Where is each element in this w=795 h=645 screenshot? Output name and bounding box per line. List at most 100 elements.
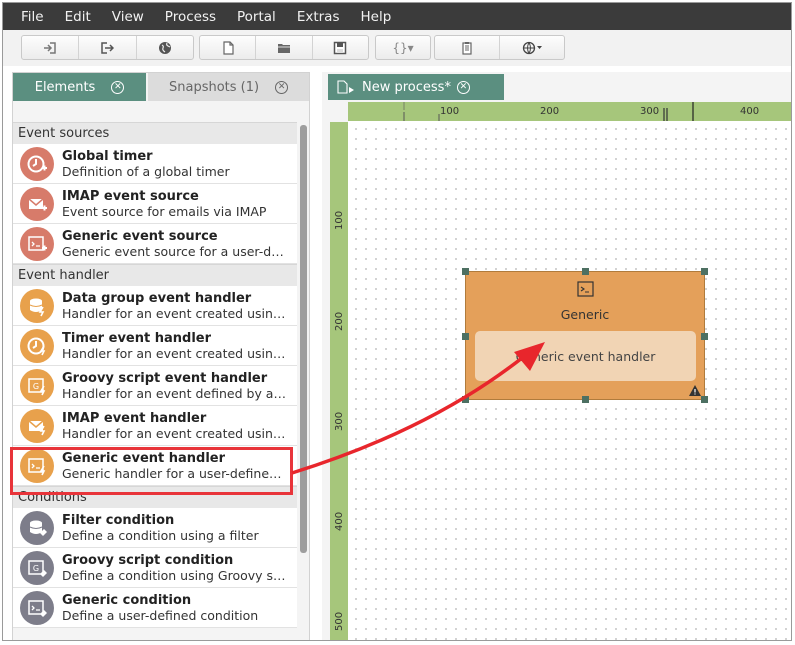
menu-help[interactable]: Help [360,9,391,25]
item-description: Define a condition using Groovy scri... [62,567,288,583]
node-title: Generic [560,307,610,322]
process-node-generic[interactable]: Generic Generic event handler [462,268,708,403]
export-icon [101,41,115,54]
svg-text:G: G [33,382,39,391]
ruler-label: 200 [540,106,560,117]
menubar: File Edit View Process Portal Extras Hel… [3,3,791,30]
import-button[interactable] [22,36,80,59]
list-item-imap-event-handler[interactable]: IMAP event handler Handler for an event c… [13,406,297,446]
item-title: Global timer [62,148,153,164]
braces-dropdown-icon: {}▾ [392,40,414,55]
list-item-filter-condition[interactable]: Filter condition Define a condition using… [13,508,297,548]
ruler-label: 100 [440,106,460,117]
node-inner-label: Generic event handler [515,348,656,364]
item-description: Define a condition using a filter [62,527,259,543]
item-title: IMAP event handler [62,410,207,426]
ruler-horizontal: 100 200 300 400 [348,102,791,121]
close-icon[interactable]: ✕ [456,80,470,94]
menu-extras[interactable]: Extras [297,9,340,25]
highlight-box [10,447,293,495]
resize-handle[interactable] [582,396,589,403]
mail-icon [20,186,54,221]
resize-handle[interactable] [462,268,469,275]
tab-elements[interactable]: Elements ✕ [13,73,147,101]
ruler-label: 400 [740,106,760,117]
globe-button[interactable] [137,36,193,59]
open-folder-button[interactable] [256,36,313,59]
toolbar-group-misc [434,35,565,60]
item-title: Data group event handler [62,290,252,306]
menu-edit[interactable]: Edit [65,9,91,25]
list-item-timer-event-handler[interactable]: Timer event handler Handler for an event … [13,326,297,366]
item-description: Handler for an event defined by a G... [62,385,288,401]
resize-handle[interactable] [701,333,708,340]
elements-scrollbar[interactable] [300,125,307,553]
list-item-data-group-event-handler[interactable]: Data group event handler Handler for an e… [13,286,297,326]
resize-handle[interactable] [582,268,589,275]
timer-icon [20,146,54,181]
ruler-label: 300 [640,106,660,117]
close-icon[interactable]: ✕ [111,80,125,94]
node-inner-element[interactable]: Generic event handler [475,331,696,381]
resize-handle[interactable] [462,333,469,340]
section-header-event-handler: Event handler [13,264,297,286]
list-item-groovy-script-event-handler[interactable]: G Groovy script event handler Handler for… [13,366,297,406]
language-dropdown-button[interactable] [500,36,564,59]
elements-list: Event sources Global timer Definition of … [13,122,297,640]
ruler-label: 400 [334,511,345,531]
ruler-label: 300 [334,411,345,431]
resize-handle[interactable] [701,268,708,275]
braces-dropdown-button[interactable]: {}▾ [376,36,430,59]
new-file-icon [223,40,234,55]
menu-portal[interactable]: Portal [237,9,276,25]
script-icon [20,226,54,261]
list-item-imap-event-source[interactable]: IMAP event source Event source for emails… [13,184,297,224]
item-description: Generic event source for a user-defi... [62,243,288,259]
ruler-vertical: 100 200 300 400 500 [330,122,348,640]
database-icon [20,288,54,323]
menu-view[interactable]: View [112,9,144,25]
document-button[interactable] [435,36,500,59]
filter-icon [20,510,54,545]
timer-icon [20,328,54,363]
item-title: Groovy script event handler [62,370,268,386]
file-icon [337,80,354,94]
ruler-label: 200 [334,311,345,331]
groovy-icon: G [20,550,54,585]
script-icon [577,281,594,297]
list-item-global-timer[interactable]: Global timer Definition of a global timer [13,144,297,184]
toolbar-group-script: {}▾ [375,35,431,60]
tab-snapshots[interactable]: Snapshots (1) ✕ [148,73,309,101]
app-window: File Edit View Process Portal Extras Hel… [2,2,792,641]
list-item-groovy-script-condition[interactable]: G Groovy script condition Define a condit… [13,548,297,588]
export-button[interactable] [79,36,137,59]
tab-new-process[interactable]: New process* ✕ [328,74,504,100]
resize-handle[interactable] [462,396,469,403]
menu-file[interactable]: File [21,9,44,25]
svg-text:G: G [33,564,39,573]
save-button[interactable] [313,36,368,59]
import-icon [44,41,56,54]
item-description: Define a user-defined condition [62,607,259,623]
item-description: Definition of a global timer [62,163,230,179]
process-canvas[interactable]: Generic Generic event handler [348,121,791,640]
new-file-button[interactable] [200,36,257,59]
item-title: IMAP event source [62,188,199,204]
item-title: Generic event source [62,228,218,244]
mail-icon [20,408,54,443]
list-item-generic-event-source[interactable]: Generic event source Generic event source… [13,224,297,264]
toolbar-group-transfer [21,35,194,60]
ruler-label: 100 [334,210,345,230]
resize-handle[interactable] [701,396,708,403]
menu-process[interactable]: Process [165,9,216,25]
list-item-generic-condition[interactable]: Generic condition Define a user-defined c… [13,588,297,628]
ruler-label: 500 [334,611,345,631]
item-description: Handler for an event created using ... [62,425,288,441]
language-dropdown-icon [522,41,542,54]
close-icon[interactable]: ✕ [275,80,289,94]
item-title: Timer event handler [62,330,211,346]
tab-snapshots-label: Snapshots (1) [169,79,260,95]
warning-icon [689,385,701,396]
item-title: Filter condition [62,512,175,528]
tab-elements-label: Elements [34,79,96,95]
